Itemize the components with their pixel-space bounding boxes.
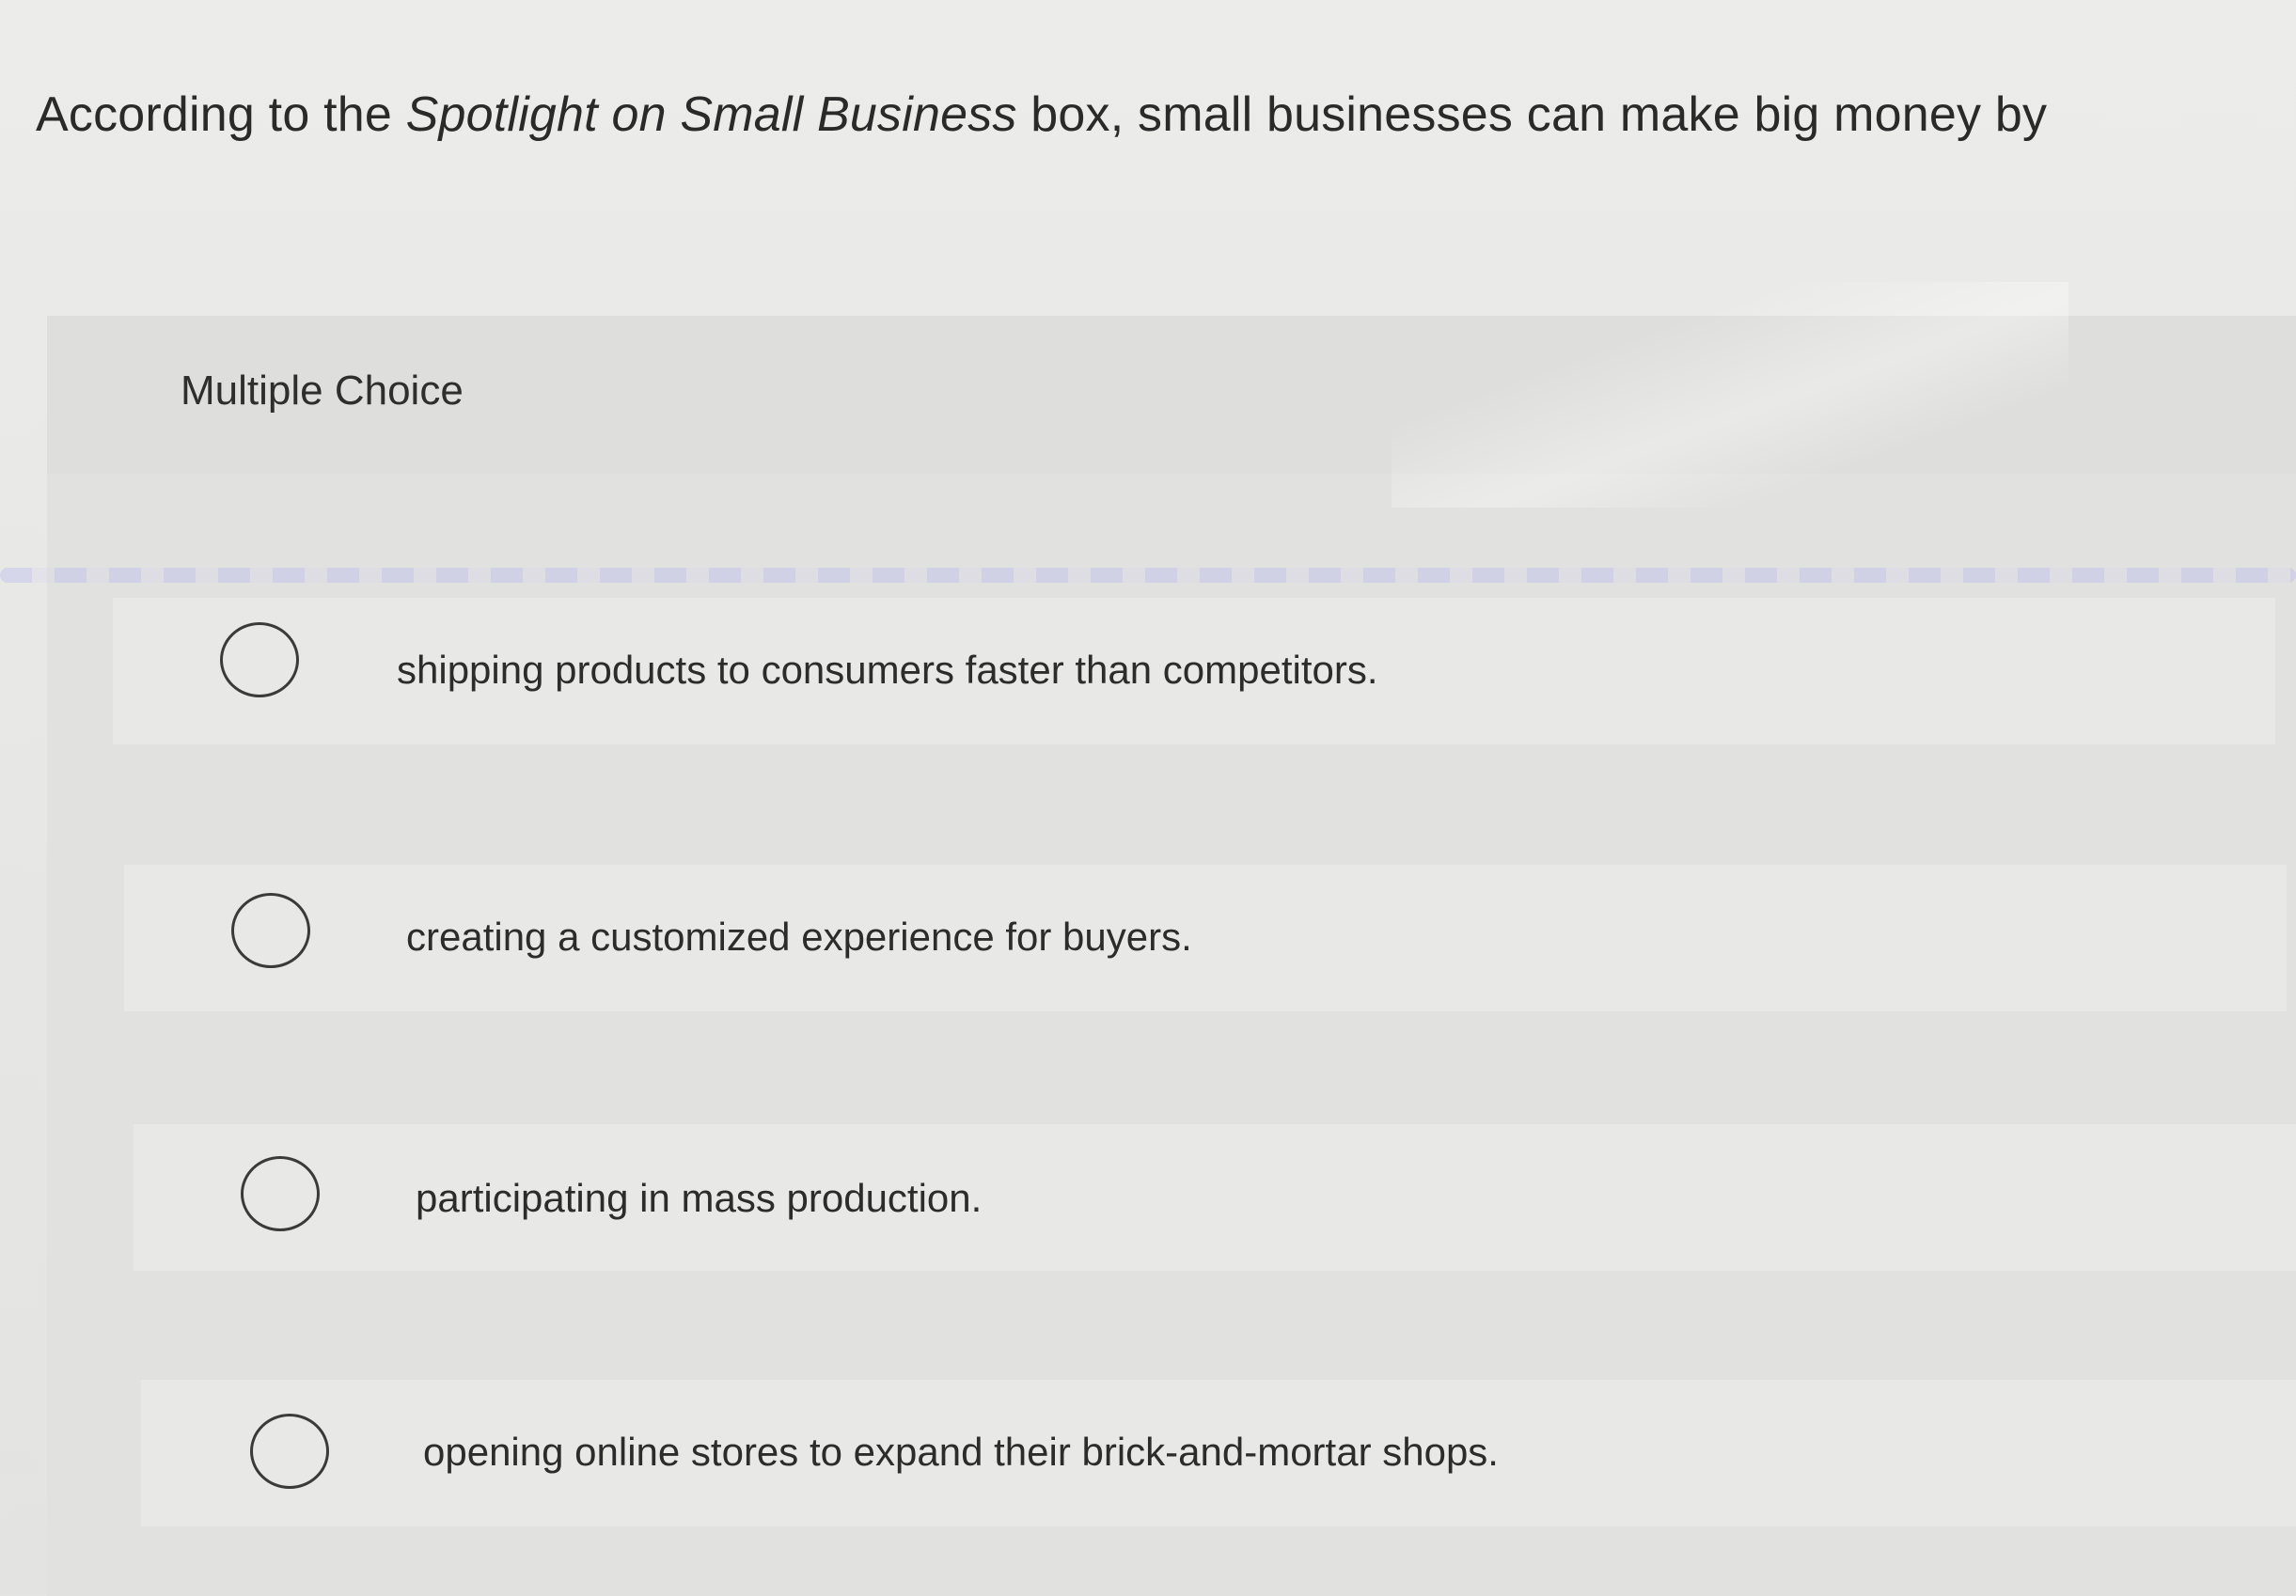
question-suffix: box, small businesses can make big money…	[1016, 87, 2048, 142]
option-row[interactable]: shipping products to consumers faster th…	[113, 598, 2275, 744]
section-divider	[0, 568, 2296, 583]
option-label: shipping products to consumers faster th…	[397, 648, 1378, 692]
option-label: opening online stores to expand their br…	[423, 1430, 1499, 1474]
question-text: According to the Spotlight on Small Busi…	[36, 81, 2047, 149]
question-emphasis: Spotlight on Small Business	[405, 87, 1017, 142]
radio-unselected-icon[interactable]	[250, 1414, 329, 1489]
option-label: creating a customized experience for buy…	[406, 915, 1192, 959]
option-label: participating in mass production.	[416, 1176, 983, 1220]
option-row[interactable]: participating in mass production.	[134, 1124, 2296, 1271]
radio-unselected-icon[interactable]	[220, 622, 299, 697]
multiple-choice-label: Multiple Choice	[181, 368, 464, 414]
option-row[interactable]: opening online stores to expand their br…	[141, 1380, 2296, 1526]
radio-unselected-icon[interactable]	[231, 893, 310, 968]
option-row[interactable]: creating a customized experience for buy…	[124, 865, 2287, 1011]
question-prefix: According to the	[36, 87, 406, 142]
radio-unselected-icon[interactable]	[241, 1156, 320, 1231]
